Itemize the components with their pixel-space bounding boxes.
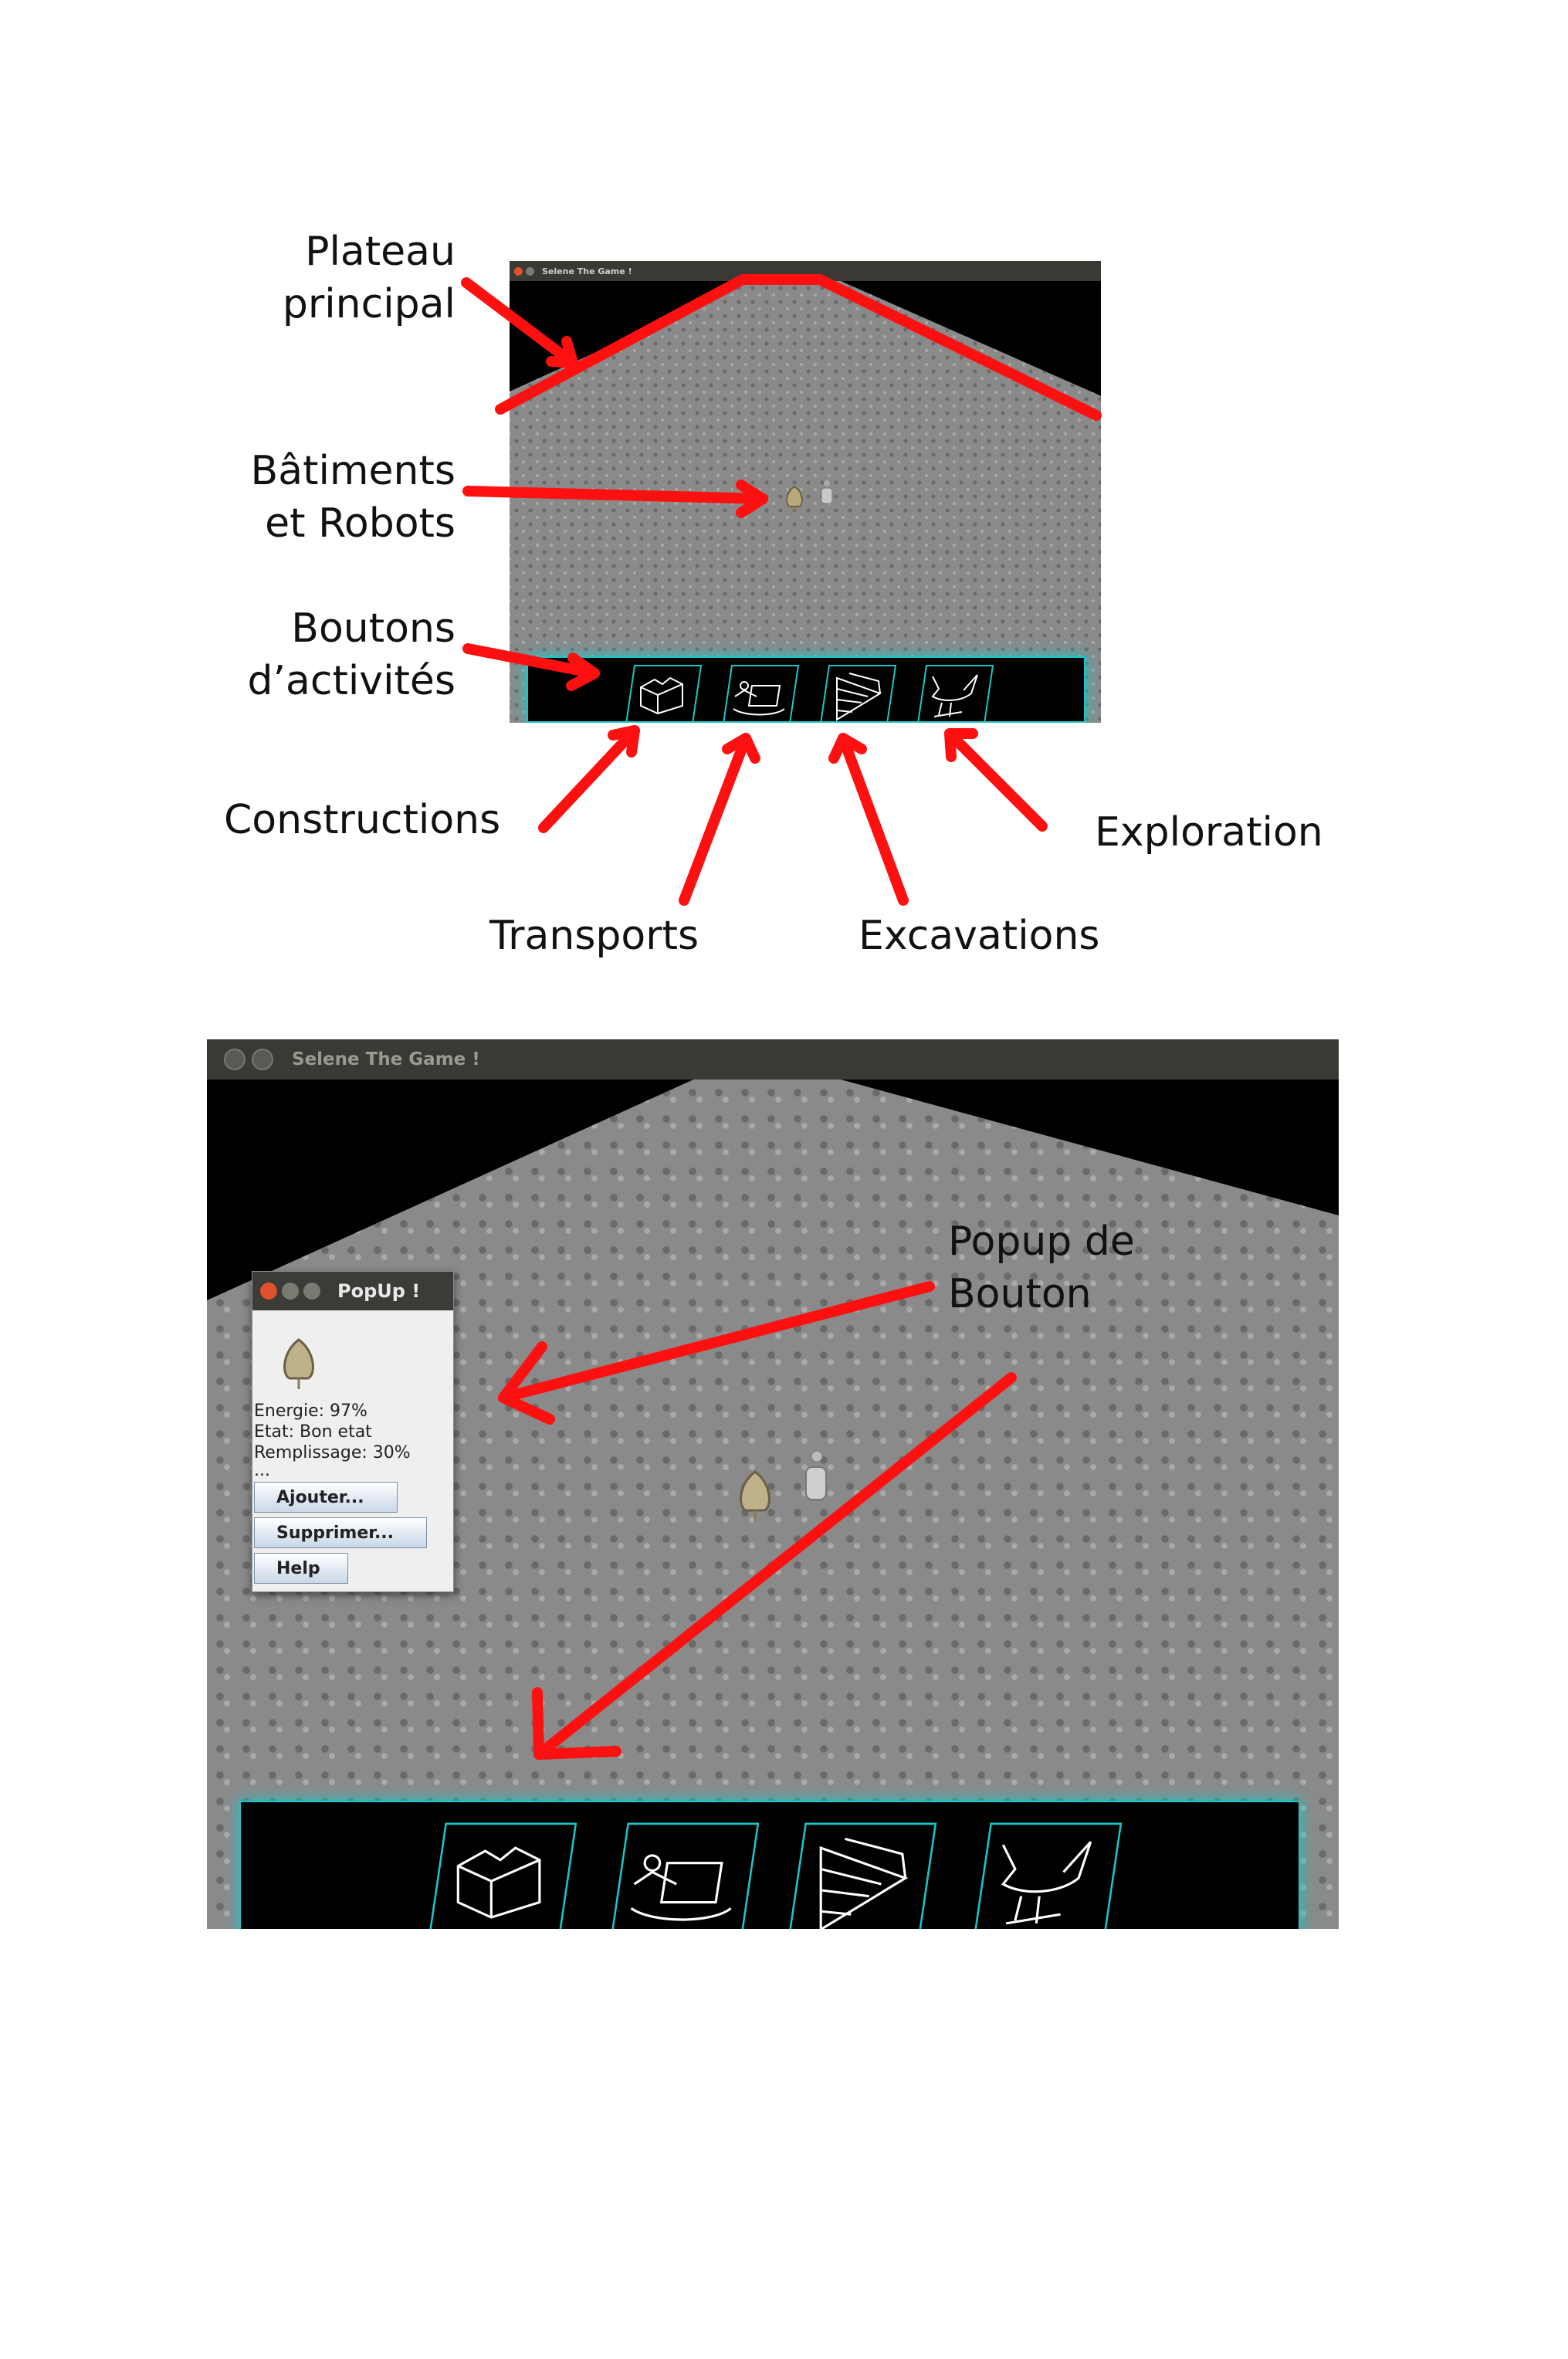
arrow-transports (679, 733, 751, 906)
arrow-popup (498, 1281, 935, 1403)
arrow-excavations (838, 733, 909, 906)
arrow-tray (533, 1372, 1017, 1760)
arrow-exploration (944, 728, 1048, 832)
arrow-batiments (462, 486, 768, 504)
arrow-plateau (461, 277, 578, 368)
annotation-arrows (461, 274, 1102, 1760)
plateau-outline (495, 274, 1102, 421)
arrow-constructions (538, 725, 640, 833)
